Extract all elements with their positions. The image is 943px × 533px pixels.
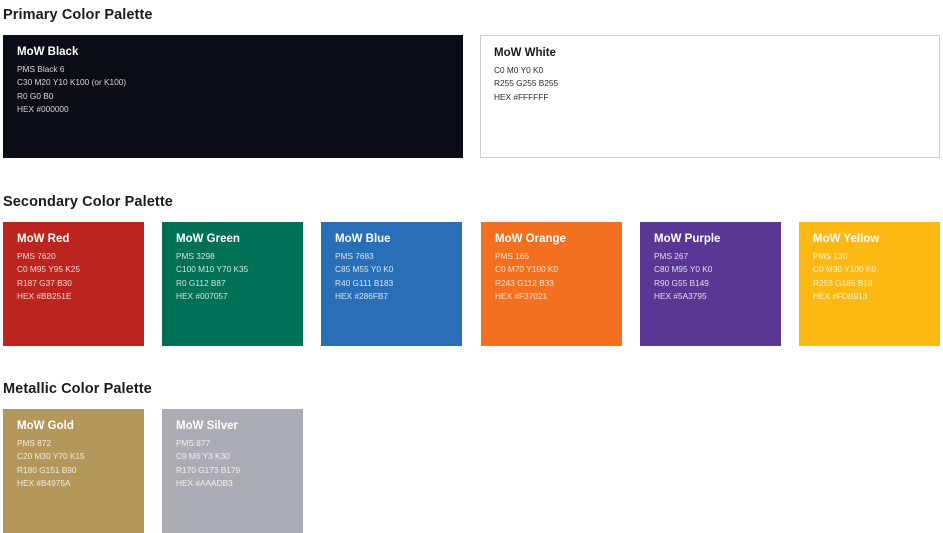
swatch-rgb: R40 G111 B183 xyxy=(335,277,394,288)
swatch-pms: PMS 130 xyxy=(813,251,848,261)
swatch-mow-white: MoW White C0 M0 Y0 K0 R255 G255 B255 HEX… xyxy=(480,35,940,158)
swatch-hex: HEX #286FB7 xyxy=(335,291,389,302)
swatch-rgb: R243 G112 B33 xyxy=(495,277,554,288)
swatch-mow-gold: MoW Gold PMS 872 C20 M30 Y70 K15 R180 G1… xyxy=(3,409,144,533)
swatch-cmyk: C9 M6 Y3 K30 xyxy=(176,451,230,462)
swatch-pms: PMS Black 6 xyxy=(17,64,65,74)
swatch-hex: HEX #AAADB3 xyxy=(176,478,233,489)
swatch-name: MoW White xyxy=(494,47,556,59)
swatch-mow-silver: MoW Silver PMS 877 C9 M6 Y3 K30 R170 G17… xyxy=(162,409,303,533)
metallic-palette-title: Metallic Color Palette xyxy=(3,381,152,397)
swatch-cmyk: C80 M95 Y0 K0 xyxy=(654,264,713,275)
swatch-hex: HEX #5A3795 xyxy=(654,291,707,302)
swatch-mow-orange: MoW Orange PMS 165 C0 M70 Y100 K0 R243 G… xyxy=(481,222,622,346)
swatch-pms: PMS 3298 xyxy=(176,251,215,261)
swatch-pms: PMS 165 xyxy=(495,251,530,261)
swatch-name: MoW Blue xyxy=(335,233,391,245)
swatch-rgb: R180 G151 B90 xyxy=(17,464,77,475)
swatch-hex: HEX #B4975A xyxy=(17,478,71,489)
swatch-name: MoW Silver xyxy=(176,420,238,432)
swatch-cmyk: C0 M70 Y100 K0 xyxy=(495,264,559,275)
swatch-rgb: R253 G185 B19 xyxy=(813,277,873,288)
swatch-hex: HEX #F37021 xyxy=(495,291,548,302)
swatch-mow-purple: MoW Purple PMS 267 C80 M95 Y0 K0 R90 G55… xyxy=(640,222,781,346)
swatch-pms: PMS 877 xyxy=(176,438,211,448)
swatch-name: MoW Purple xyxy=(654,233,721,245)
swatch-cmyk: C0 M95 Y95 K25 xyxy=(17,264,81,275)
swatch-name: MoW Gold xyxy=(17,420,74,432)
swatch-cmyk: C20 M30 Y70 K15 xyxy=(17,451,85,462)
primary-palette-title: Primary Color Palette xyxy=(3,7,153,23)
swatch-pms: PMS 7620 xyxy=(17,251,56,261)
secondary-palette-title: Secondary Color Palette xyxy=(3,194,173,210)
swatch-name: MoW Black xyxy=(17,46,79,58)
swatch-name: MoW Yellow xyxy=(813,233,880,245)
swatch-rgb: R90 G55 B149 xyxy=(654,277,709,288)
swatch-rgb: R255 G255 B255 xyxy=(494,78,559,89)
swatch-pms: PMS 7683 xyxy=(335,251,374,261)
swatch-hex: HEX #FDB913 xyxy=(813,291,868,302)
swatch-cmyk: C100 M10 Y70 K35 xyxy=(176,264,249,275)
swatch-mow-red: MoW Red PMS 7620 C0 M95 Y95 K25 R187 G37… xyxy=(3,222,144,346)
swatch-mow-blue: MoW Blue PMS 7683 C85 M55 Y0 K0 R40 G111… xyxy=(321,222,462,346)
swatch-hex: HEX #BB251E xyxy=(17,291,72,302)
swatch-rgb: R0 G112 B87 xyxy=(176,277,226,288)
swatch-rgb: R170 G173 B179 xyxy=(176,464,241,475)
swatch-rgb: R187 G37 B30 xyxy=(17,277,72,288)
swatch-name: MoW Green xyxy=(176,233,240,245)
swatch-hex: HEX #007057 xyxy=(176,291,228,302)
swatch-pms: PMS 267 xyxy=(654,251,689,261)
swatch-hex: HEX #000000 xyxy=(17,104,69,115)
swatch-cmyk: C0 M30 Y100 K0 xyxy=(813,264,877,275)
swatch-mow-yellow: MoW Yellow PMS 130 C0 M30 Y100 K0 R253 G… xyxy=(799,222,940,346)
swatch-hex: HEX #FFFFFF xyxy=(494,91,549,102)
swatch-mow-black: MoW Black PMS Black 6 C30 M20 Y10 K100 (… xyxy=(3,35,463,158)
swatch-name: MoW Orange xyxy=(495,233,566,245)
swatch-pms: PMS 872 xyxy=(17,438,52,448)
swatch-rgb: R0 G0 B0 xyxy=(17,90,54,101)
swatch-cmyk: C85 M55 Y0 K0 xyxy=(335,264,394,275)
swatch-cmyk: C30 M20 Y10 K100 (or K100) xyxy=(17,77,127,88)
swatch-mow-green: MoW Green PMS 3298 C100 M10 Y70 K35 R0 G… xyxy=(162,222,303,346)
swatch-cmyk: C0 M0 Y0 K0 xyxy=(494,65,544,75)
swatch-name: MoW Red xyxy=(17,233,70,245)
